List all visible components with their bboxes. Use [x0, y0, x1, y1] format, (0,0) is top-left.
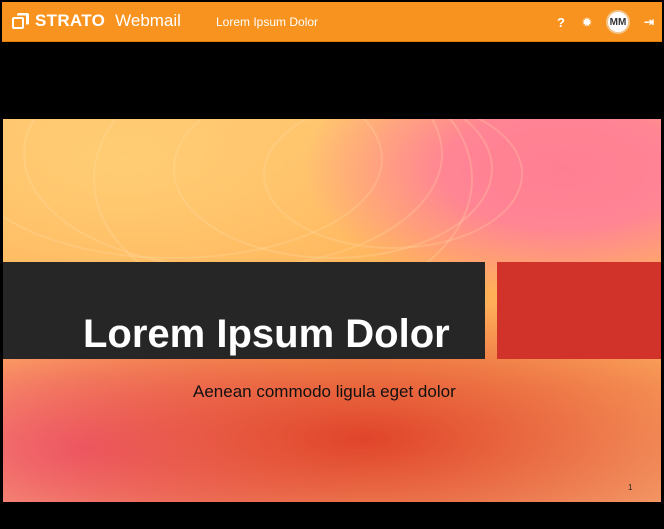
slide-subtitle: Aenean commodo ligula eget dolor [193, 382, 456, 401]
brand-product: Webmail [115, 11, 181, 30]
gear-icon[interactable]: ✹ [580, 15, 594, 29]
question-icon[interactable]: ? [554, 15, 568, 30]
brand-name: STRATO [35, 11, 106, 30]
top-bar: STRATO Webmail Lorem Ipsum Dolor ? ✹ MM … [2, 2, 662, 42]
avatar[interactable]: MM [606, 10, 630, 34]
document-title: Lorem Ipsum Dolor [216, 15, 319, 29]
brand-logo[interactable]: STRATO Webmail [12, 10, 181, 32]
slide: Lorem Ipsum Dolor Aenean commodo ligula … [3, 119, 661, 502]
presentation-viewer: STRATO Webmail Lorem Ipsum Dolor ? ✹ MM … [0, 0, 664, 529]
top-actions: ? ✹ MM ⇥ [554, 8, 656, 36]
accent-block [497, 262, 661, 359]
strato-logo-icon [12, 12, 29, 30]
slide-title: Lorem Ipsum Dolor [83, 312, 450, 356]
logout-icon[interactable]: ⇥ [642, 15, 656, 29]
slide-number: 1 [628, 483, 633, 492]
